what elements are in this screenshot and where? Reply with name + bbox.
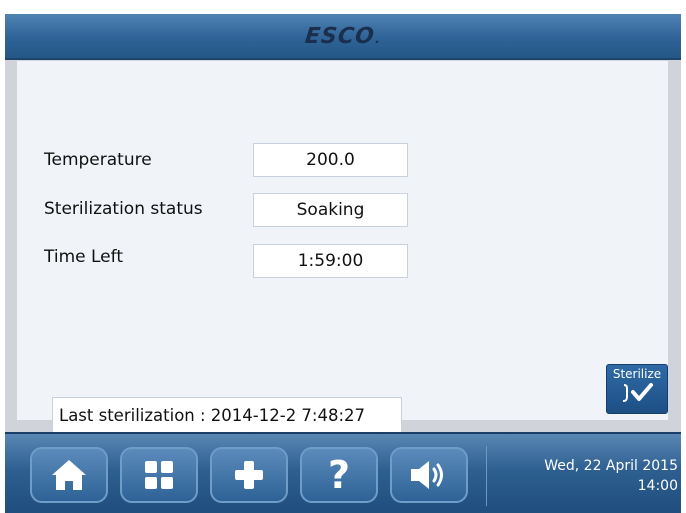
last-sterilization-box: Last sterilization : 2014-12-2 7:48:27 [52, 397, 402, 433]
home-icon [52, 460, 86, 490]
datetime-display: Wed, 22 April 2015 14:00 [544, 456, 678, 496]
date-text: Wed, 22 April 2015 [544, 458, 678, 474]
time-left-label: Time Left [44, 247, 123, 267]
home-button[interactable] [30, 447, 108, 503]
help-button[interactable]: ? [300, 447, 378, 503]
sterilize-button[interactable]: Sterilize [606, 364, 668, 414]
time-text: 14:00 [637, 478, 678, 494]
plus-icon [235, 461, 263, 489]
main-panel: Temperature 200.0 Sterilization status S… [17, 61, 668, 433]
logo-text: ESCO [303, 23, 376, 49]
speaker-icon [411, 461, 443, 489]
footer-divider [486, 446, 487, 506]
sound-button[interactable] [390, 447, 468, 503]
time-left-value: 1:59:00 [253, 244, 408, 278]
sterilization-status-label: Sterilization status [44, 199, 203, 219]
esco-logo: ESCO. [304, 24, 383, 49]
sterilize-button-label: Sterilize [612, 367, 662, 381]
temperature-value: 200.0 [253, 143, 408, 177]
check-icon [607, 381, 667, 407]
apps-button[interactable] [120, 447, 198, 503]
sterilization-status-value: Soaking [253, 193, 408, 227]
temperature-label: Temperature [44, 150, 152, 170]
header-bar: ESCO. [5, 14, 681, 60]
add-button[interactable] [210, 447, 288, 503]
logo-dot: . [374, 31, 382, 46]
grid-icon [145, 461, 173, 489]
help-icon: ? [327, 453, 351, 497]
app-window: ESCO. Temperature 200.0 Sterilization st… [5, 14, 681, 513]
footer-nav-bar: ? Wed, 22 April 2015 14:00 [5, 432, 681, 513]
